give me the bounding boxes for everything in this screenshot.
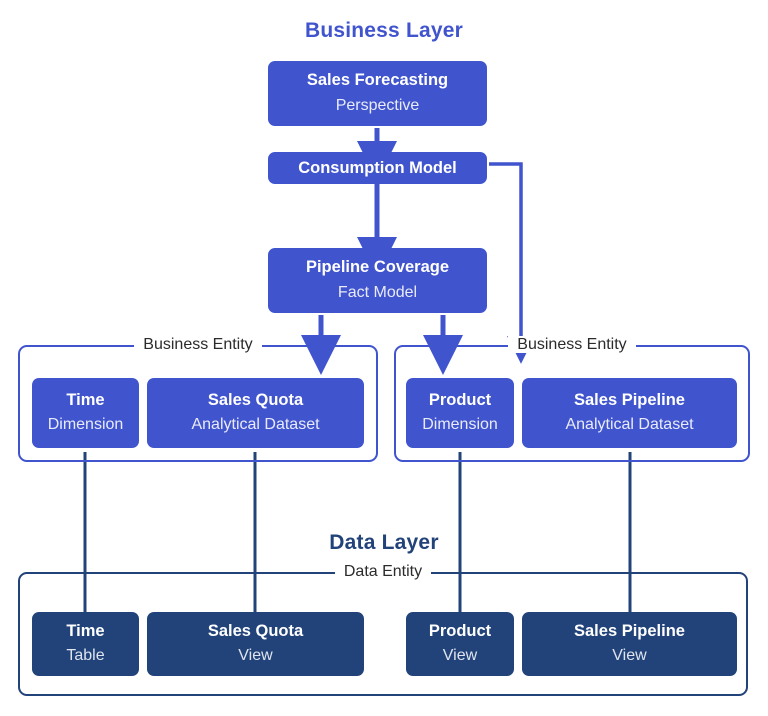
data-layer-title: Data Layer [329, 531, 439, 554]
node-business-sales-quota[interactable]: Sales Quota Analytical Dataset [147, 378, 364, 448]
node-consumption-model[interactable]: Consumption Model [268, 152, 487, 184]
node-data-time[interactable]: Time Table [32, 612, 139, 676]
node-subtitle: View [612, 647, 647, 665]
node-title: Sales Pipeline [574, 621, 685, 640]
node-business-time[interactable]: Time Dimension [32, 378, 139, 448]
node-subtitle: Table [66, 647, 105, 665]
node-subtitle: View [442, 647, 478, 665]
node-title: Sales Quota [207, 390, 304, 409]
node-title: Sales Forecasting [306, 71, 449, 90]
node-subtitle: Analytical Dataset [191, 416, 320, 434]
node-data-product[interactable]: Product View [406, 612, 514, 676]
node-title: Time [66, 621, 105, 640]
node-data-sales-quota[interactable]: Sales Quota View [147, 612, 364, 676]
node-sales-forecasting[interactable]: Sales Forecasting Perspective [268, 61, 487, 126]
data-entity-label: Data Entity [20, 563, 746, 581]
node-business-product[interactable]: Product Dimension [406, 378, 514, 448]
business-entity-right-label: Business Entity [396, 336, 748, 354]
container-label-text: Business Entity [134, 336, 262, 353]
diagram-canvas: Business Layer Data Layer Sales Forecast… [0, 0, 768, 716]
node-title: Time [66, 390, 105, 409]
node-subtitle: Perspective [335, 96, 420, 114]
business-entity-left-label: Business Entity [20, 336, 376, 354]
node-subtitle: Analytical Dataset [565, 416, 694, 434]
node-title: Sales Quota [207, 621, 304, 640]
node-data-sales-pipeline[interactable]: Sales Pipeline View [522, 612, 737, 676]
container-label-text: Business Entity [508, 336, 636, 353]
arrow-consumption-to-business-entity-right [489, 162, 535, 364]
node-title: Pipeline Coverage [305, 258, 450, 277]
node-title: Product [428, 390, 492, 409]
node-subtitle: Fact Model [337, 283, 418, 301]
node-subtitle: Dimension [422, 416, 498, 434]
node-subtitle: Dimension [47, 416, 124, 434]
node-title: Consumption Model [298, 158, 457, 177]
container-label-text: Data Entity [334, 563, 432, 580]
node-title: Sales Pipeline [574, 390, 685, 409]
node-business-sales-pipeline[interactable]: Sales Pipeline Analytical Dataset [522, 378, 737, 448]
node-title: Product [428, 621, 492, 640]
node-pipeline-coverage[interactable]: Pipeline Coverage Fact Model [268, 248, 487, 313]
node-subtitle: View [238, 647, 273, 665]
business-layer-title: Business Layer [304, 19, 464, 42]
